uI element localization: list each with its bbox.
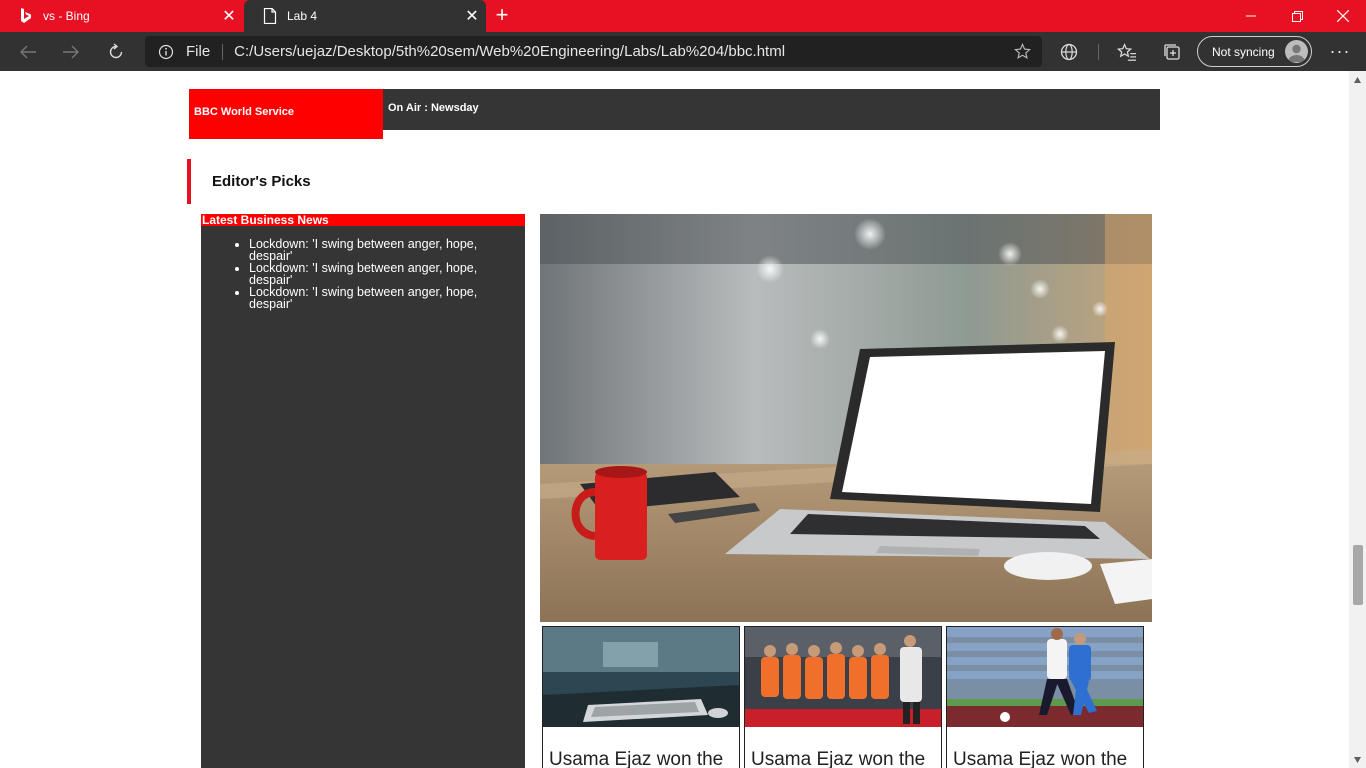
list-item[interactable]: Lockdown: 'I swing between anger, hope, … [249, 286, 509, 311]
card-title: Usama Ejaz won the [549, 749, 724, 768]
card-image [543, 627, 739, 727]
service-label[interactable]: BBC World Service [189, 89, 383, 139]
new-tab-button[interactable]: + [490, 4, 514, 28]
page-icon [262, 8, 278, 24]
news-card[interactable]: Usama Ejaz won the [946, 626, 1144, 768]
collections-icon[interactable] [1160, 40, 1184, 64]
news-card[interactable]: Usama Ejaz won the [542, 626, 740, 768]
tab-bing[interactable]: vs - Bing ✕ [0, 0, 243, 32]
back-icon[interactable] [12, 36, 44, 68]
card-image [745, 627, 941, 727]
close-tab-icon[interactable]: ✕ [458, 2, 486, 30]
tab-title: vs - Bing [43, 9, 90, 23]
refresh-icon[interactable] [100, 36, 132, 68]
card-image [947, 627, 1143, 727]
list-item[interactable]: Lockdown: 'I swing between anger, hope, … [249, 262, 509, 287]
on-air-label[interactable]: On Air : Newsday [388, 102, 479, 114]
close-window-icon[interactable] [1320, 0, 1366, 32]
tab-title: Lab 4 [287, 9, 318, 23]
bing-icon [18, 8, 34, 24]
business-news-panel: Latest Business News Lockdown: 'I swing … [201, 214, 525, 768]
card-title: Usama Ejaz won the [751, 749, 926, 768]
card-title: Usama Ejaz won the [953, 749, 1128, 768]
scroll-thumb[interactable] [1353, 545, 1363, 605]
restore-icon[interactable] [1274, 0, 1320, 32]
scroll-up-icon[interactable] [1353, 76, 1362, 84]
section-accent-bar [187, 159, 191, 204]
tab-strip: vs - Bing ✕ Lab 4 ✕ + [0, 0, 1366, 32]
translate-globe-icon[interactable] [1057, 40, 1081, 64]
close-tab-icon[interactable]: ✕ [215, 2, 243, 30]
section-title: Editor's Picks [212, 173, 311, 190]
scheme-label: File [186, 43, 211, 60]
list-item[interactable]: Lockdown: 'I swing between anger, hope, … [249, 238, 509, 263]
window-controls [1228, 0, 1366, 32]
forward-icon[interactable] [55, 36, 87, 68]
sync-status-label: Not syncing [1212, 44, 1275, 59]
divider [222, 43, 224, 60]
page-viewport: BBC World Service On Air : Newsday Edito… [0, 71, 1349, 768]
more-options-icon[interactable]: ··· [1325, 36, 1355, 66]
url-text[interactable]: C:/Users/uejaz/Desktop/5th%20sem/Web%20E… [234, 43, 1012, 60]
news-card[interactable]: Usama Ejaz won the [744, 626, 942, 768]
favorite-star-icon[interactable] [1012, 42, 1032, 62]
profile-sync-button[interactable]: Not syncing [1197, 36, 1312, 67]
hero-image[interactable] [540, 214, 1152, 622]
favorites-icon[interactable] [1115, 40, 1139, 64]
page-scrollbar[interactable] [1349, 71, 1366, 768]
browser-toolbar: File C:/Users/uejaz/Desktop/5th%20sem/We… [0, 32, 1366, 71]
info-icon[interactable] [158, 44, 174, 60]
address-bar[interactable]: File C:/Users/uejaz/Desktop/5th%20sem/We… [145, 36, 1042, 67]
scroll-down-icon[interactable] [1353, 756, 1362, 764]
avatar [1285, 40, 1308, 63]
tab-lab4[interactable]: Lab 4 ✕ [244, 0, 486, 32]
divider [1098, 44, 1099, 60]
business-news-heading: Latest Business News [201, 214, 525, 226]
minimize-icon[interactable] [1228, 0, 1274, 32]
business-news-list: Lockdown: 'I swing between anger, hope, … [249, 238, 509, 311]
